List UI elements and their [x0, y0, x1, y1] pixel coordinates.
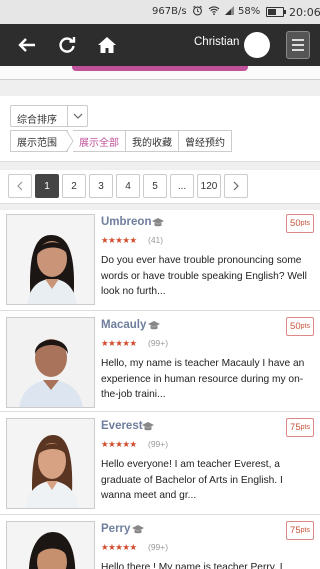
tab-arrow-icon	[66, 130, 74, 152]
page-button-3[interactable]: 3	[89, 174, 113, 198]
price-value: 50	[290, 321, 301, 332]
filter-panel: 综合排序 展示范围 展示全部 我的收藏 曾经预约	[0, 96, 320, 162]
section-divider	[0, 162, 320, 170]
section-divider	[0, 80, 320, 96]
teacher-card[interactable]: Everest ★★★★★ (99+) 75 pts Hello everyone…	[0, 414, 320, 515]
review-count: (99+)	[148, 439, 169, 449]
review-count: (41)	[148, 235, 164, 245]
review-count: (99+)	[148, 338, 169, 348]
rating-stars: ★★★★★	[101, 338, 137, 348]
teacher-bio: Do you ever have trouble pronouncing som…	[101, 255, 307, 297]
teacher-card[interactable]: Perry ★★★★★ (99+) 75 pts Hello there ! My…	[0, 517, 320, 569]
page-button-4[interactable]: 4	[116, 174, 140, 198]
teacher-bio: Hello there ! My name is teacher Perry. …	[101, 562, 283, 569]
graduation-cap-icon	[148, 321, 160, 330]
filter-tabs: 展示范围 展示全部 我的收藏 曾经预约	[10, 130, 232, 152]
price-badge: 75 pts	[286, 418, 314, 437]
price-badge: 50 pts	[286, 214, 314, 233]
chevron-right-icon	[233, 181, 239, 191]
teacher-bio: Hello everyone! I am teacher Everest, a …	[101, 459, 283, 501]
battery-percent: 58%	[238, 6, 261, 17]
teacher-card[interactable]: Umbreon ★★★★★ (41) 50 pts Do you ever hav…	[0, 210, 320, 311]
teacher-name[interactable]: Perry	[101, 523, 130, 535]
tab-show-all[interactable]: 展示全部	[73, 130, 126, 152]
tab-display-range[interactable]: 展示范围	[10, 130, 68, 152]
teacher-photo[interactable]	[6, 418, 95, 509]
page-button-5[interactable]: 5	[143, 174, 167, 198]
clock: 20:06	[289, 6, 320, 19]
tab-previously-booked[interactable]: 曾经预约	[178, 130, 232, 152]
battery-icon	[266, 7, 286, 17]
teacher-photo[interactable]	[6, 317, 95, 408]
signal-icon	[224, 5, 235, 19]
wifi-icon	[208, 5, 220, 19]
rating-stars: ★★★★★	[101, 235, 137, 245]
price-unit: pts	[300, 220, 310, 227]
teacher-name[interactable]: Umbreon	[101, 216, 151, 228]
alarm-icon	[192, 5, 203, 19]
sort-dropdown[interactable]: 综合排序	[10, 105, 88, 127]
sort-label: 综合排序	[17, 115, 57, 126]
next-page-button[interactable]	[224, 174, 248, 198]
page-button-1[interactable]: 1	[35, 174, 59, 198]
review-count: (99+)	[148, 542, 169, 552]
chevron-down-icon[interactable]	[67, 106, 88, 126]
home-icon[interactable]	[92, 30, 122, 60]
price-unit: pts	[300, 323, 310, 330]
network-speed: 967B/s	[152, 6, 187, 17]
page-button-2[interactable]: 2	[62, 174, 86, 198]
back-arrow-icon[interactable]	[12, 30, 42, 60]
page-button-last[interactable]: 120	[197, 174, 221, 198]
price-badge: 50 pts	[286, 317, 314, 336]
price-value: 50	[290, 218, 301, 229]
price-unit: pts	[300, 527, 310, 534]
teacher-card[interactable]: Macauly ★★★★★ (99+) 50 pts Hello, my name…	[0, 313, 320, 412]
graduation-cap-icon	[152, 218, 164, 227]
teacher-photo[interactable]	[6, 521, 95, 569]
refresh-icon[interactable]	[52, 30, 82, 60]
teacher-bio: Hello, my name is teacher Macauly I have…	[101, 358, 305, 400]
price-unit: pts	[300, 424, 310, 431]
price-value: 75	[290, 422, 301, 433]
teacher-name[interactable]: Everest	[101, 420, 143, 432]
price-badge: 75 pts	[286, 521, 314, 540]
chevron-left-icon	[17, 181, 23, 191]
username[interactable]: Christian	[194, 36, 239, 48]
header-strip	[0, 66, 320, 80]
teacher-name[interactable]: Macauly	[101, 319, 146, 331]
rating-stars: ★★★★★	[101, 542, 137, 552]
teacher-photo[interactable]	[6, 214, 95, 305]
accent-bar	[72, 66, 248, 71]
user-avatar[interactable]	[244, 32, 270, 58]
top-navigation-bar: Christian	[0, 24, 320, 66]
pagination: 1 2 3 4 5 ... 120	[0, 170, 320, 204]
hamburger-menu-icon[interactable]	[286, 31, 310, 59]
graduation-cap-icon	[142, 422, 154, 431]
page-ellipsis: ...	[170, 174, 194, 198]
prev-page-button[interactable]	[8, 174, 32, 198]
price-value: 75	[290, 525, 301, 536]
rating-stars: ★★★★★	[101, 439, 137, 449]
graduation-cap-icon	[132, 525, 144, 534]
tab-my-favorites[interactable]: 我的收藏	[125, 130, 179, 152]
status-bar: 967B/s 58% 20:06	[0, 0, 320, 24]
